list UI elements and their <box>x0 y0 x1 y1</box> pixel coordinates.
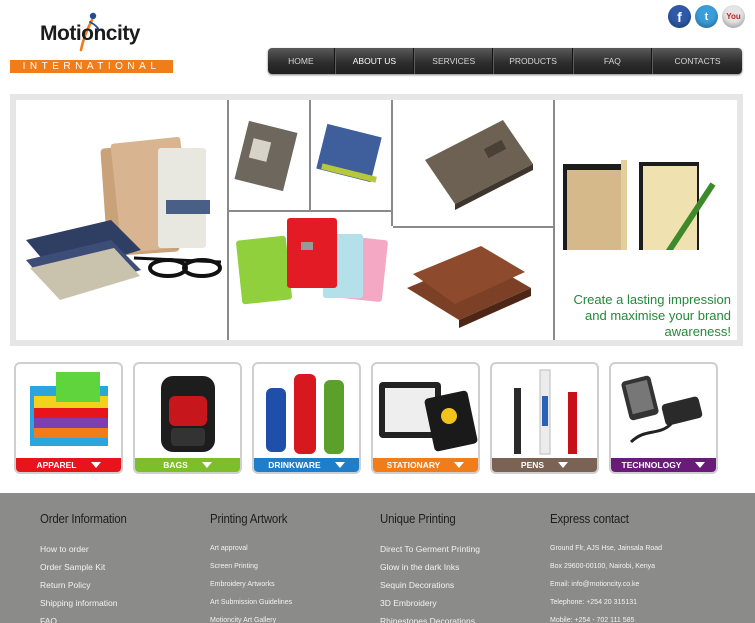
hero-banner: Create a lasting impression and maximise… <box>10 94 743 346</box>
footer-link-how-to-order[interactable]: How to order <box>40 540 138 558</box>
hero-image-colored-notebooks <box>229 212 391 340</box>
footer-link-rhinestones[interactable]: Rhinestones Decorations <box>380 612 480 623</box>
nav-home[interactable]: HOME <box>268 48 335 74</box>
bags-image <box>161 376 215 452</box>
nav-services[interactable]: SERVICES <box>414 48 494 74</box>
footer-contact-email[interactable]: Email: info@motioncity.co.ke <box>550 576 662 594</box>
site-logo[interactable]: Motioncity INTERNATIONAL <box>10 12 175 74</box>
category-drinkware[interactable]: DRINKWARE <box>252 362 361 474</box>
category-stationary[interactable]: STATIONARY <box>371 362 480 474</box>
footer-link-direct-to-garment[interactable]: Direct To Germent Printing <box>380 540 480 558</box>
footer-contact-telephone: Telephone: +254 20 315131 <box>550 599 637 606</box>
hero-image-grey-notebook <box>229 100 309 210</box>
footer-order-information: Order Information How to order Order Sam… <box>40 511 138 623</box>
nav-about-us[interactable]: ABOUT US <box>334 48 415 74</box>
footer-heading-order: Order Information <box>40 511 127 526</box>
drinkware-image <box>266 374 344 454</box>
logo-wordmark: Motioncity <box>40 22 141 45</box>
category-technology[interactable]: TECHNOLOGY <box>609 362 718 474</box>
facebook-icon[interactable]: f <box>668 5 691 28</box>
category-apparel[interactable]: APPAREL <box>14 362 123 474</box>
nav-faq[interactable]: FAQ <box>572 48 653 74</box>
footer-printing-artwork: Printing Artwork Art approval Screen Pri… <box>210 511 298 623</box>
footer-link-sequin-decorations[interactable]: Sequin Decorations <box>380 576 480 594</box>
footer-contact-mobile: Mobile: +254 - 702 111 585 <box>550 617 635 623</box>
footer-link-art-submission-guidelines[interactable]: Art Submission Guidelines <box>210 594 298 612</box>
dropdown-arrow-icon <box>558 462 569 468</box>
footer-unique-printing: Unique Printing Direct To Germent Printi… <box>380 511 480 623</box>
hero-image-blue-notebook <box>311 100 391 210</box>
footer-contact-box: Box 29600-00100, Nairobi, Kenya <box>550 563 656 570</box>
category-bags-label: BAGS <box>163 460 188 470</box>
footer-link-art-approval[interactable]: Art approval <box>210 540 298 558</box>
hero-image-textured-notebook <box>393 100 553 226</box>
hero-image-notebook-set <box>16 100 227 340</box>
category-bags[interactable]: BAGS <box>133 362 242 474</box>
category-cards: APPAREL BAGS DRINKWARE STATIONARY PENS T… <box>14 362 718 474</box>
nav-contacts[interactable]: CONTACTS <box>652 48 742 74</box>
hero-image-spiral-notepads: Create a lasting impression and maximise… <box>555 100 737 340</box>
footer-heading-contact: Express contact <box>550 511 629 526</box>
footer-link-glow-inks[interactable]: Glow in the dark Inks <box>380 558 480 576</box>
youtube-icon[interactable]: You <box>722 5 745 28</box>
main-nav: HOME ABOUT US SERVICES PRODUCTS FAQ CONT… <box>268 48 742 74</box>
dropdown-arrow-icon <box>334 462 345 468</box>
footer-link-3d-embroidery[interactable]: 3D Embroidery <box>380 594 480 612</box>
social-links: f t You <box>668 5 745 28</box>
footer-link-order-sample-kit[interactable]: Order Sample Kit <box>40 558 138 576</box>
category-apparel-label: APPAREL <box>36 460 77 470</box>
logo-tagline: INTERNATIONAL <box>10 60 173 73</box>
twitter-icon[interactable]: t <box>695 5 718 28</box>
dropdown-arrow-icon <box>201 462 212 468</box>
footer-heading-artwork: Printing Artwork <box>210 511 288 526</box>
banner-tagline: Create a lasting impression and maximise… <box>573 292 731 339</box>
footer-link-art-gallery[interactable]: Motioncity Art Gallery <box>210 612 298 623</box>
footer-link-faq[interactable]: FAQ <box>40 612 138 623</box>
category-pens[interactable]: PENS <box>490 362 599 474</box>
pens-image <box>514 369 577 455</box>
footer-link-embroidery-artworks[interactable]: Embroidery Artworks <box>210 576 298 594</box>
category-stationary-label: STATIONARY <box>386 460 441 470</box>
footer-link-shipping-information[interactable]: Shipping information <box>40 594 138 612</box>
apparel-image <box>30 372 108 446</box>
category-technology-label: TECHNOLOGY <box>621 460 682 470</box>
site-footer: Order Information How to order Order Sam… <box>0 493 755 623</box>
dropdown-arrow-icon <box>90 462 101 468</box>
footer-link-return-policy[interactable]: Return Policy <box>40 576 138 594</box>
category-drinkware-label: DRINKWARE <box>268 460 321 470</box>
dropdown-arrow-icon <box>695 462 706 468</box>
footer-contact-address: Ground Flr, AJS Hse, Jainsala Road <box>550 545 663 552</box>
technology-image <box>621 375 703 444</box>
footer-express-contact: Express contact Ground Flr, AJS Hse, Jai… <box>550 511 662 623</box>
hero-image-leather-wallets <box>393 228 553 340</box>
footer-heading-unique: Unique Printing <box>380 511 456 526</box>
dropdown-arrow-icon <box>454 462 465 468</box>
footer-link-screen-printing[interactable]: Screen Printing <box>210 558 298 576</box>
nav-products[interactable]: PRODUCTS <box>493 48 573 74</box>
stationary-image <box>379 382 478 452</box>
category-pens-label: PENS <box>520 460 545 470</box>
